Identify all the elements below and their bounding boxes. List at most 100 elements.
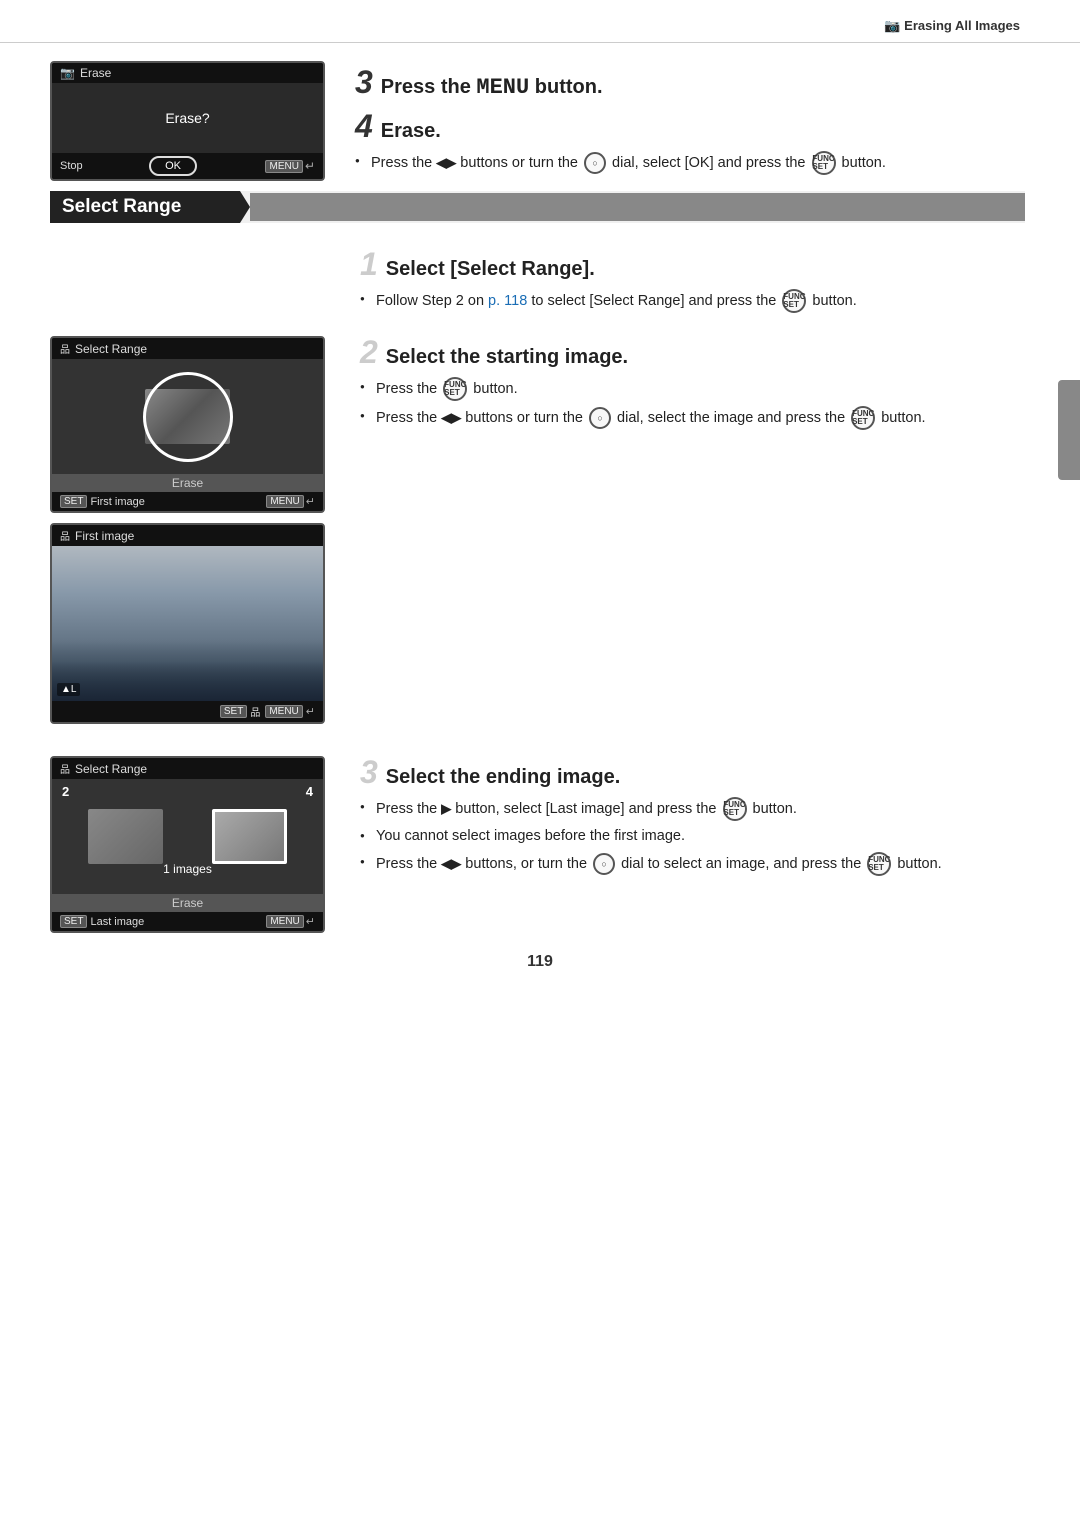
- erase-screen-content: Erase?: [52, 83, 323, 153]
- fi-corner-icon: ▲L: [57, 683, 80, 696]
- sr-step3-set1: FUNCSET: [723, 797, 747, 821]
- section-label: Select Range: [50, 191, 250, 223]
- sr-icon: 品: [60, 341, 70, 356]
- sr-bottom-bar: SET First image MENU ↵: [52, 492, 323, 511]
- sr-set-tag: SET: [60, 495, 87, 508]
- sr-step2-bullets: Press the FUNCSET button. Press the ◀▶ b…: [360, 377, 1025, 430]
- sr-step1-right: 1 Select [Select Range]. Follow Step 2 o…: [360, 248, 1025, 318]
- fi-icon: 品: [60, 528, 70, 543]
- sr-step2-set-icon2: FUNCSET: [851, 406, 875, 430]
- sr-step1-set-icon: FUNCSET: [782, 289, 806, 313]
- step3-heading: 3 Press the MENU button.: [355, 66, 1025, 100]
- fi-set-tag2: SET 品 MENU ↵: [220, 704, 315, 719]
- sr-image-area: [52, 359, 323, 474]
- step3-num: 3: [355, 66, 373, 98]
- sr-step1-bullets: Follow Step 2 on p. 118 to select [Selec…: [360, 289, 1025, 313]
- sr-step2-row: 品 Select Range Erase: [50, 336, 1025, 740]
- sr-step3-row: 品 Select Range 2 4 1 images Erase: [50, 756, 1025, 933]
- step4-block: 4 Erase. Press the ◀▶ buttons or turn th…: [355, 110, 1025, 175]
- sr-erase-bar: Erase: [52, 474, 323, 492]
- sr-step1-title: Select [Select Range].: [386, 258, 595, 281]
- page-number: 119: [0, 933, 1080, 986]
- lr-bottom-bar: SET Last image MENU ↵: [52, 912, 323, 931]
- sr-set-label: SET First image: [60, 495, 145, 508]
- fi-bottom-bar: SET 品 MENU ↵: [52, 701, 323, 722]
- erase-screen-wrap: 📷 Erase Erase? Stop OK MENU ↵: [50, 61, 325, 181]
- fi-icon2: 品: [250, 704, 260, 719]
- erase-camera-screen: 📷 Erase Erase? Stop OK MENU ↵: [50, 61, 325, 181]
- steps-3-4: 3 Press the MENU button. 4 Erase. Press …: [355, 61, 1025, 180]
- lr-thumb-right: [212, 809, 287, 864]
- erase-ok: OK: [149, 156, 197, 176]
- sr-first-image: First image: [90, 496, 144, 508]
- erase-cam-icon: 📷: [60, 66, 75, 80]
- lr-menu-area: MENU ↵: [264, 915, 315, 928]
- fi-image-area: ▲L: [52, 546, 323, 701]
- sr-step2-arrows: ◀▶: [441, 410, 461, 425]
- erase-question: Erase?: [165, 110, 209, 126]
- sr-step3-bullet3: Press the ◀▶ buttons, or turn the ○ dial…: [360, 852, 1025, 876]
- sr-step1-link[interactable]: p. 118: [488, 293, 527, 309]
- sr-menu-area: MENU ↵: [264, 495, 315, 508]
- fi-return: ↵: [306, 705, 315, 718]
- step3-title: Press the MENU button.: [381, 75, 603, 100]
- lr-top-bar: 品 Select Range: [52, 758, 323, 779]
- erase-top-bar: 📷 Erase: [52, 63, 323, 83]
- sr-step1-bullet: Follow Step 2 on p. 118 to select [Selec…: [360, 289, 1025, 313]
- sr-step2-set-icon1: FUNCSET: [443, 377, 467, 401]
- lr-screen: 品 Select Range 2 4 1 images Erase: [50, 756, 325, 933]
- step4-heading: 4 Erase.: [355, 110, 1025, 143]
- lr-erase-bar: Erase: [52, 894, 323, 912]
- erase-menu-tag: MENU: [265, 160, 302, 173]
- step4-set-icon: FUNCSET: [812, 151, 836, 175]
- sr-step1-row: 1 Select [Select Range]. Follow Step 2 o…: [50, 248, 1025, 318]
- step4-title: Erase.: [381, 120, 441, 143]
- sr-screen1-topbar: 品 Select Range: [52, 338, 323, 359]
- top-section: 📷 Erase Erase? Stop OK MENU ↵: [50, 43, 1025, 181]
- lr-last-image: Last image: [90, 916, 144, 928]
- erase-bottom-bar: Stop OK MENU ↵: [52, 153, 323, 179]
- lr-title: Select Range: [75, 762, 147, 776]
- sr-step2-dial: ○: [589, 407, 611, 429]
- sr-circle: [143, 372, 233, 462]
- page-header: 📷 Erasing All Images: [0, 0, 1080, 43]
- sr-return: ↵: [306, 495, 315, 508]
- sr-step3-arrows: ◀▶: [441, 856, 461, 871]
- step4-dial-icon: ○: [584, 152, 606, 174]
- erase-return: ↵: [305, 159, 315, 173]
- sr-step3-right: 3 Select the ending image. Press the ▶ b…: [360, 756, 1025, 881]
- sr-screen1: 品 Select Range Erase: [50, 336, 325, 513]
- step4-bullets: Press the ◀▶ buttons or turn the ○ dial,…: [355, 151, 1025, 175]
- sr-step2-bullet2: Press the ◀▶ buttons or turn the ○ dial,…: [360, 406, 1025, 430]
- sr-menu-tag: MENU: [266, 495, 303, 508]
- sr-step2-heading: 2 Select the starting image.: [360, 336, 1025, 369]
- lr-set-area: SET Last image: [60, 915, 144, 928]
- main-content: 📷 Erase Erase? Stop OK MENU ↵: [0, 43, 1080, 933]
- sr-step3-bullets: Press the ▶ button, select [Last image] …: [360, 797, 1025, 876]
- sr-step2-right: 2 Select the starting image. Press the F…: [360, 336, 1025, 435]
- erase-screen-title: Erase: [80, 66, 111, 80]
- sr-step3-arrow-r: ▶: [441, 801, 451, 816]
- sr-image-inner: [52, 359, 323, 474]
- step3-press: Press the: [381, 76, 477, 98]
- sr-step3-dial: ○: [593, 853, 615, 875]
- fi-top-bar: 品 First image: [52, 525, 323, 546]
- step4-bullet-1: Press the ◀▶ buttons or turn the ○ dial,…: [355, 151, 1025, 175]
- fi-title: First image: [75, 529, 134, 543]
- lr-menu-tag: MENU: [266, 915, 303, 928]
- sr-step1-num: 1: [360, 248, 378, 280]
- camera-icon: 📷: [884, 18, 900, 33]
- sr-steps-wrap: 1 Select [Select Range]. Follow Step 2 o…: [50, 243, 1025, 933]
- step4-arrows: ◀▶: [436, 155, 456, 170]
- sr-step3-bullet2: You cannot select images before the firs…: [360, 826, 1025, 847]
- lr-set-tag: SET: [60, 915, 87, 928]
- lr-thumb-left: [88, 809, 163, 864]
- section-bar: [250, 193, 1025, 221]
- sr-step3-heading: 3 Select the ending image.: [360, 756, 1025, 789]
- step3-menu-word: MENU: [476, 75, 529, 100]
- sr-screen1-title: Select Range: [75, 342, 147, 356]
- header-title: Erasing All Images: [904, 18, 1020, 33]
- sr-step3-title: Select the ending image.: [386, 766, 621, 789]
- erase-stop: Stop: [60, 160, 83, 172]
- lr-num-right: 4: [306, 784, 313, 799]
